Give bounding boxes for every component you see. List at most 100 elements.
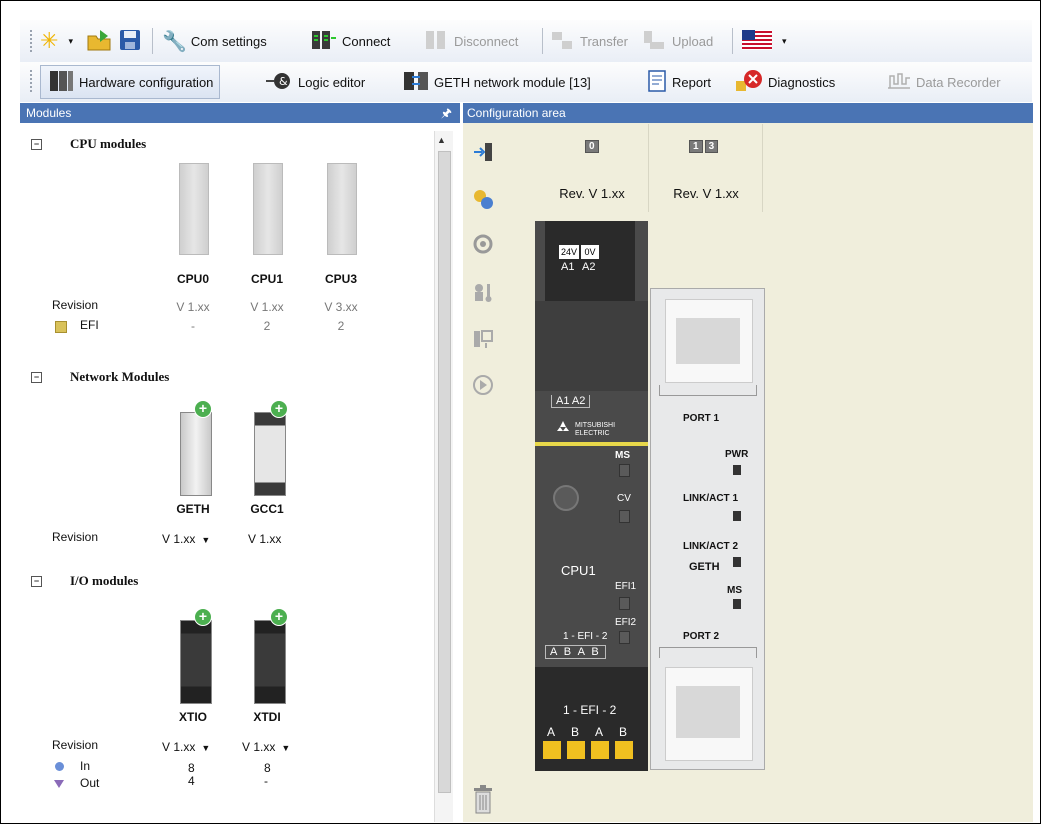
- cpu1-module[interactable]: 24V 0V A1 A2 A1 A2 MITSUBISHI ELECTRIC M…: [535, 221, 648, 771]
- port2-socket: [676, 686, 740, 738]
- toolbar-grip[interactable]: [30, 70, 36, 92]
- cpu0-module-image[interactable]: [179, 163, 209, 255]
- play-simulation-icon[interactable]: [471, 373, 495, 397]
- settings-gears-icon[interactable]: [471, 187, 495, 211]
- pwr-label: PWR: [725, 449, 749, 460]
- xtdi-revision-select[interactable]: V 1.xx ▼: [242, 740, 290, 754]
- save-button[interactable]: [118, 20, 146, 62]
- gcc1-revision: V 1.xx: [248, 532, 282, 546]
- efi-bottom-b1: B: [571, 725, 580, 739]
- geth-name-label: GETH: [689, 561, 720, 573]
- cpu1-name: CPU1: [250, 272, 283, 286]
- port1-label: PORT 1: [683, 413, 720, 424]
- ms-label: MS: [615, 450, 630, 461]
- us-flag-icon: [742, 29, 772, 53]
- tab-logic-editor[interactable]: & Logic editor: [264, 62, 365, 102]
- hardware-module-icon: [47, 69, 75, 96]
- port1-rj45: [665, 299, 753, 383]
- tab-diagnostics[interactable]: Diagnostics: [734, 62, 835, 102]
- tab-report[interactable]: Report: [646, 62, 711, 102]
- cpu3-module-image[interactable]: [327, 163, 357, 255]
- trash-bin-icon[interactable]: [471, 782, 495, 816]
- collapse-cpu-icon[interactable]: −: [31, 139, 42, 150]
- module-search-icon[interactable]: [471, 327, 495, 351]
- chevron-down-icon[interactable]: ▼: [201, 535, 210, 545]
- folder-open-icon: [86, 28, 112, 55]
- pin-icon[interactable]: 🖈: [441, 103, 452, 123]
- port2-rj45: [665, 667, 753, 761]
- terminal-a2: A2: [582, 261, 596, 273]
- open-button[interactable]: [86, 20, 116, 62]
- scroll-up-icon[interactable]: ▲: [437, 135, 446, 145]
- efi2-led: [619, 631, 630, 644]
- port1-bracket: [659, 385, 757, 396]
- main-toolbar: ✳ ▾ 🔧 Com settings Connect Disconnect Tra…: [20, 20, 1032, 62]
- config-plug-icon: [553, 485, 579, 511]
- modules-scrollbar[interactable]: ▲: [434, 131, 453, 822]
- cv-label: CV: [617, 493, 631, 504]
- scrollbar-thumb[interactable]: [438, 151, 451, 793]
- add-xtio-icon[interactable]: +: [194, 608, 212, 626]
- connect-label: Connect: [342, 33, 391, 49]
- network-revision-label: Revision: [52, 530, 99, 544]
- xtdi-module-image[interactable]: [254, 620, 286, 704]
- geth-network-module-label: GETH network module [13]: [434, 74, 591, 90]
- chevron-down-icon[interactable]: ▼: [201, 743, 210, 753]
- tab-geth-network-module[interactable]: GETH network module [13]: [402, 62, 591, 102]
- connect-icon: [310, 28, 338, 55]
- geth-revision-select[interactable]: V 1.xx ▼: [162, 532, 210, 546]
- cpu1-module-image[interactable]: [253, 163, 283, 255]
- new-project-button[interactable]: ✳ ▾: [40, 20, 73, 62]
- tab-data-recorder[interactable]: Data Recorder: [886, 62, 1001, 102]
- chevron-down-icon[interactable]: ▾: [782, 36, 787, 47]
- gcc1-module-image[interactable]: [254, 412, 286, 496]
- collapse-network-icon[interactable]: −: [31, 372, 42, 383]
- cpu3-name: CPU3: [324, 272, 357, 286]
- disconnect-button[interactable]: Disconnect: [424, 20, 518, 62]
- slot-0-revision: Rev. V 1.xx: [559, 186, 625, 201]
- ms-led: [619, 464, 630, 477]
- in-label: In: [80, 759, 91, 773]
- transfer-button[interactable]: Transfer: [550, 20, 628, 62]
- efi-ab-label: A B A B: [545, 645, 606, 659]
- network-modules-title: Network Modules: [70, 369, 170, 384]
- efi1-label: EFI1: [615, 581, 637, 592]
- add-geth-icon[interactable]: +: [194, 400, 212, 418]
- add-gcc1-icon[interactable]: +: [270, 400, 288, 418]
- chevron-down-icon[interactable]: ▾: [68, 36, 73, 47]
- geth-module-image[interactable]: [180, 412, 212, 496]
- port2-bracket: [659, 647, 757, 658]
- tab-hardware-configuration[interactable]: Hardware configuration: [40, 65, 221, 99]
- cpu0-efi: -: [191, 319, 195, 333]
- connect-button[interactable]: Connect: [310, 20, 390, 62]
- terminal-screw: [615, 741, 633, 759]
- efi-color-strip: [535, 442, 648, 446]
- xtio-module-image[interactable]: [180, 620, 212, 704]
- upload-button[interactable]: Upload: [642, 20, 713, 62]
- transfer-icon: [550, 28, 576, 55]
- network-ring-icon[interactable]: [471, 232, 495, 256]
- toolbar-separator: [152, 28, 153, 54]
- insert-module-icon[interactable]: [471, 140, 495, 164]
- geth-module[interactable]: PORT 1 PWR LINK/ACT 1 LINK/ACT 2 GETH MS…: [650, 288, 765, 770]
- xtio-revision-select[interactable]: V 1.xx ▼: [162, 740, 210, 754]
- add-xtdi-icon[interactable]: +: [270, 608, 288, 626]
- efi-bottom-a1: A: [547, 725, 556, 739]
- slot-badge: 1: [689, 140, 703, 153]
- cpu3-efi: 2: [337, 319, 345, 333]
- svg-text:&: &: [279, 75, 288, 88]
- collapse-io-icon[interactable]: −: [31, 576, 42, 587]
- com-settings-button[interactable]: 🔧 Com settings: [162, 20, 267, 62]
- brand-label: MITSUBISHI ELECTRIC: [575, 422, 616, 437]
- chevron-down-icon[interactable]: ▼: [281, 743, 290, 753]
- link-act2-label: LINK/ACT 2: [683, 541, 738, 552]
- users-temperature-icon[interactable]: [471, 280, 495, 304]
- efi-color-swatch: [55, 321, 67, 333]
- cpu-name-label: CPU1: [561, 563, 596, 578]
- in-dot-icon: [55, 762, 64, 771]
- diagnostics-label: Diagnostics: [768, 74, 836, 90]
- toolbar-grip[interactable]: [30, 30, 36, 52]
- terminal-screw: [543, 741, 561, 759]
- disconnect-label: Disconnect: [454, 33, 519, 49]
- language-button[interactable]: ▾: [742, 20, 787, 62]
